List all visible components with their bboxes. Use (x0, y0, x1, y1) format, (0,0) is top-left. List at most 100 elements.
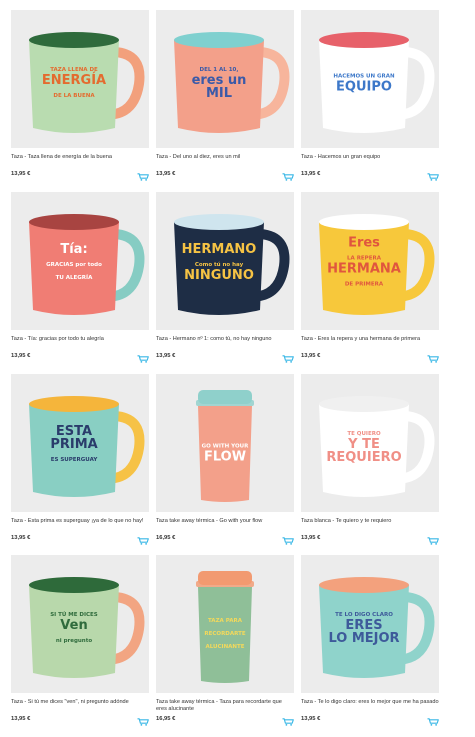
mug-print-text: FLOW (204, 450, 246, 465)
product-image[interactable]: TE QUIERO Y TE REQUIERO (301, 374, 439, 512)
price-row: 13,95 € (156, 353, 294, 363)
price-row: 16,95 € (156, 716, 294, 726)
product-price: 13,95 € (11, 171, 31, 177)
product-name-link[interactable]: Taza - Tía: gracias por todo tu alegría (11, 336, 149, 350)
add-to-cart-icon[interactable] (137, 537, 149, 545)
mug-print-text: ES SUPERGUAY (51, 457, 99, 463)
mug-print-text: DE LA BUENA (53, 93, 95, 99)
product-card[interactable]: Tía: GRACIAS por todo TU ALEGRÍA Taza - Tía… (11, 192, 149, 363)
product-price: 13,95 € (11, 716, 31, 722)
product-image[interactable]: TE LO DIGO CLARO ERES LO MEJOR (301, 555, 439, 693)
mug-print-text: REQUIERO (326, 450, 401, 465)
mug-print-text: HERMANO (182, 242, 257, 257)
product-card[interactable]: GO WITH YOUR FLOW Taza take away térmica -… (156, 374, 294, 545)
product-card[interactable]: DEL 1 AL 10, eres un MIL Taza - Del uno al … (156, 10, 294, 181)
mug-image: SI TÚ ME DICESVen ni pregunto (29, 577, 145, 678)
add-to-cart-icon[interactable] (427, 718, 439, 726)
product-image[interactable]: Tía: GRACIAS por todo TU ALEGRÍA (11, 192, 149, 330)
product-name-link[interactable]: Taza - Hacemos un gran equipo (301, 154, 439, 168)
mug-print-text: NINGUNO (184, 268, 254, 283)
product-name-link[interactable]: Taza blanca - Te quiero y te requiero (301, 518, 439, 532)
mug-print-text: TAZA PARA (208, 618, 243, 624)
price-row: 13,95 € (11, 353, 149, 363)
mug-print-text: RECORDARTE (204, 631, 246, 637)
product-name-link[interactable]: Taza - Hermano nº 1: como tú, no hay nin… (156, 336, 294, 350)
product-card[interactable]: HACEMOS UN GRAN EQUIPO Taza - Hacemos un g… (301, 10, 439, 181)
price-row: 13,95 € (156, 171, 294, 181)
mug-image: EresLA REPERAHERMANADE PRIMERA (319, 214, 435, 315)
product-price: 13,95 € (156, 353, 176, 359)
price-row: 13,95 € (11, 716, 149, 726)
product-image[interactable]: Eres LA REPERA HERMANA DE PRIMERA (301, 192, 439, 330)
product-image[interactable]: GO WITH YOUR FLOW (156, 374, 294, 512)
product-card[interactable]: SI TÚ ME DICES Ven ni pregunto Taza - Si tú… (11, 555, 149, 726)
add-to-cart-icon[interactable] (282, 173, 294, 181)
mug-print-text: PRIMA (50, 437, 97, 452)
price-row: 13,95 € (11, 535, 149, 545)
product-image[interactable]: TAZA LLENA DE ENERGÍA DE LA BUENA (11, 10, 149, 148)
product-image[interactable]: SI TÚ ME DICES Ven ni pregunto (11, 555, 149, 693)
add-to-cart-icon[interactable] (282, 718, 294, 726)
mug-print-text: ENERGÍA (42, 72, 106, 88)
product-image[interactable]: HERMANO Como tú no hay NINGUNO (156, 192, 294, 330)
product-price: 13,95 € (301, 535, 321, 541)
mug-print-text: GRACIAS por todo (46, 262, 102, 268)
product-name-link[interactable]: Taza - Taza llena de energía de la buena (11, 154, 149, 168)
mug-print-text: Eres (348, 236, 380, 251)
product-card[interactable]: ESTA PRIMA ES SUPERGUAY Taza - Esta prima e… (11, 374, 149, 545)
mug-image: TE LO DIGO CLAROERESLO MEJOR (319, 577, 435, 678)
product-card[interactable]: TAZA PARA RECORDARTE ALUCINANTE Taza take a… (156, 555, 294, 726)
product-name-link[interactable]: Taza - Te lo digo claro: eres lo mejor q… (301, 699, 439, 713)
product-card[interactable]: TAZA LLENA DE ENERGÍA DE LA BUENA Taza - Ta… (11, 10, 149, 181)
product-card[interactable]: HERMANO Como tú no hay NINGUNO Taza - Herma… (156, 192, 294, 363)
product-card[interactable]: TE QUIERO Y TE REQUIERO Taza blanca - Te qu… (301, 374, 439, 545)
product-name-link[interactable]: Taza - Esta prima es superguay ¡ya de lo… (11, 518, 149, 532)
mug-image: HACEMOS UN GRANEQUIPO (319, 32, 435, 133)
mug-print-text: TU ALEGRÍA (56, 273, 93, 281)
mug-print-text: DE PRIMERA (345, 282, 384, 288)
add-to-cart-icon[interactable] (137, 355, 149, 363)
product-card[interactable]: Eres LA REPERA HERMANA DE PRIMERA Taza - Ere… (301, 192, 439, 363)
product-price: 13,95 € (11, 353, 31, 359)
add-to-cart-icon[interactable] (137, 173, 149, 181)
add-to-cart-icon[interactable] (282, 355, 294, 363)
product-image[interactable]: HACEMOS UN GRAN EQUIPO (301, 10, 439, 148)
mug-print-text: Tía: (60, 242, 87, 257)
mug-print-text: Ven (60, 618, 87, 633)
mug-print-text: SI TÚ ME DICES (50, 611, 98, 618)
mug-image: ESTAPRIMAES SUPERGUAY (29, 396, 145, 497)
mug-image: TE QUIEROY TEREQUIERO (319, 396, 435, 497)
travel-mug-image: GO WITH YOURFLOW (196, 390, 254, 502)
product-name-link[interactable]: Taza take away térmica - Go with your fl… (156, 518, 294, 532)
mug-print-text: MIL (206, 86, 232, 101)
product-price: 13,95 € (301, 171, 321, 177)
add-to-cart-icon[interactable] (137, 718, 149, 726)
mug-image: TAZA LLENA DEENERGÍADE LA BUENA (29, 32, 145, 133)
add-to-cart-icon[interactable] (427, 537, 439, 545)
add-to-cart-icon[interactable] (427, 173, 439, 181)
product-image[interactable]: ESTA PRIMA ES SUPERGUAY (11, 374, 149, 512)
mug-print-text: ni pregunto (56, 638, 92, 644)
product-name-link[interactable]: Taza take away térmica - Taza para recor… (156, 699, 294, 713)
product-image[interactable]: TAZA PARA RECORDARTE ALUCINANTE (156, 555, 294, 693)
add-to-cart-icon[interactable] (282, 537, 294, 545)
price-row: 13,95 € (301, 353, 439, 363)
mug-image: HERMANO Como tú no hayNINGUNO (174, 214, 290, 315)
product-name-link[interactable]: Taza - Eres la repera y una hermana de p… (301, 336, 439, 350)
product-price: 13,95 € (301, 353, 321, 359)
product-price: 16,95 € (156, 716, 176, 722)
product-image[interactable]: DEL 1 AL 10, eres un MIL (156, 10, 294, 148)
product-grid: TAZA LLENA DE ENERGÍA DE LA BUENA Taza - Ta… (0, 0, 475, 737)
mug-print-text: EQUIPO (336, 80, 392, 95)
mug-print-text: Como tú no hay (195, 261, 244, 268)
product-name-link[interactable]: Taza - Del uno al diez, eres un mil (156, 154, 294, 168)
mug-image: Tía: GRACIAS por todo TU ALEGRÍA (29, 214, 145, 315)
product-price: 13,95 € (11, 535, 31, 541)
product-price: 13,95 € (301, 716, 321, 722)
price-row: 16,95 € (156, 535, 294, 545)
product-price: 16,95 € (156, 535, 176, 541)
product-card[interactable]: TE LO DIGO CLARO ERES LO MEJOR Taza - Te lo… (301, 555, 439, 726)
product-name-link[interactable]: Taza - Si tú me dices "ven", ni pregunto… (11, 699, 149, 713)
add-to-cart-icon[interactable] (427, 355, 439, 363)
mug-print-text: ALUCINANTE (205, 644, 244, 650)
